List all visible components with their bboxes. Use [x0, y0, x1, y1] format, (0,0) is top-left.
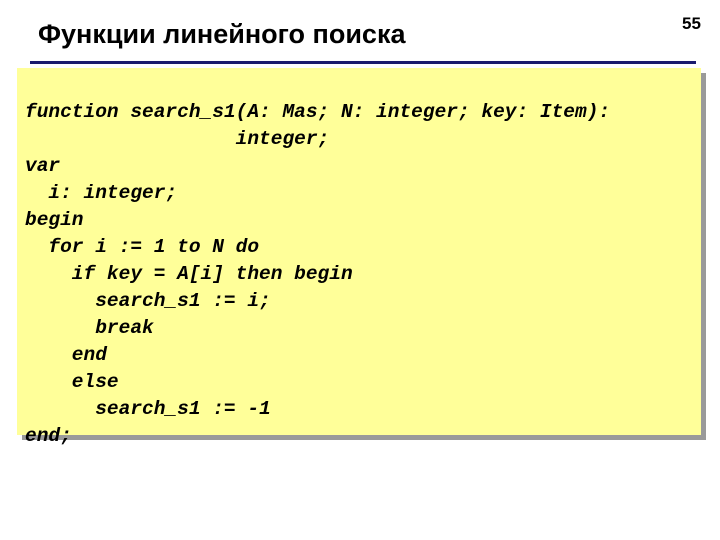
- code-listing: function search_s1(A: Mas; N: integer; k…: [25, 72, 610, 477]
- code-line: if key = A[i] then begin: [25, 263, 353, 285]
- code-line: search_s1 := i;: [25, 290, 271, 312]
- code-line: search_s1 := -1: [25, 398, 271, 420]
- code-line: begin: [25, 209, 84, 231]
- slide-title: Функции линейного поиска: [38, 19, 406, 49]
- code-line: function search_s1(A: Mas; N: integer; k…: [25, 101, 611, 123]
- page-number: 55: [682, 14, 701, 33]
- code-line: end: [25, 344, 107, 366]
- code-line: break: [25, 317, 154, 339]
- code-line: for i := 1 to N do: [25, 236, 260, 258]
- code-line: integer;: [25, 128, 330, 150]
- code-line: end;: [25, 425, 72, 447]
- title-divider: [30, 61, 696, 64]
- code-line: else: [25, 371, 119, 393]
- code-line: var: [25, 155, 61, 177]
- code-line: i: integer;: [25, 182, 178, 204]
